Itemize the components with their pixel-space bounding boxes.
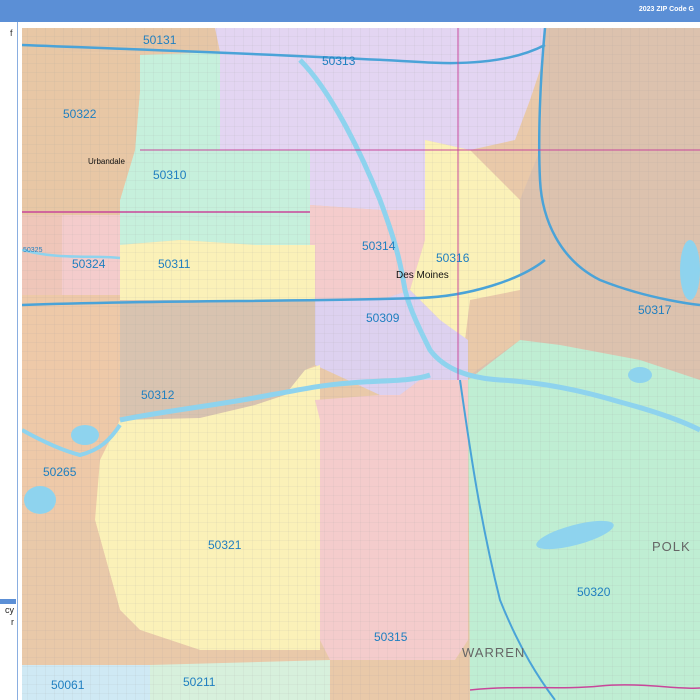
zip-label-50312: 50312 [141,388,175,402]
zip-label-50316: 50316 [436,251,470,265]
zip-label-50315: 50315 [374,630,408,644]
zip-label-50131: 50131 [143,33,177,47]
sidebar-panel: f cy r [0,22,18,700]
zip-label-50321: 50321 [208,538,242,552]
lake-west [24,486,56,514]
map-title: 2023 ZIP Code G [638,6,694,13]
zip-label-50324: 50324 [72,257,106,271]
zip-label-50309: 50309 [366,311,400,325]
street-grid [22,28,700,700]
city-label-des-moines: Des Moines [396,270,449,281]
zip-label-50325: 50325 [23,247,43,254]
map-canvas[interactable]: 50131 50313 50322 50310 50314 50316 5031… [22,28,700,700]
legend-text-line-2: r [11,617,14,627]
city-label-urbandale: Urbandale [88,157,125,166]
zip-label-50322: 50322 [63,107,97,121]
pond-west [71,425,99,445]
county-label-polk: POLK [652,539,691,554]
zip-label-50313: 50313 [322,54,356,68]
sidebar-text-fragment: f [10,28,13,38]
zip-label-50317: 50317 [638,303,672,317]
zip-label-50265: 50265 [43,465,77,479]
legend-text-line-1: cy [5,605,14,615]
zip-code-map[interactable]: 50131 50313 50322 50310 50314 50316 5031… [22,28,700,700]
zip-label-50320: 50320 [577,585,611,599]
zip-label-50310: 50310 [153,168,187,182]
zip-label-50061: 50061 [51,678,85,692]
zip-label-50211: 50211 [183,675,216,689]
legend-box: cy r [0,599,16,664]
pond-east [628,367,652,383]
zip-label-50314: 50314 [362,239,396,253]
pond-far-east [680,240,700,300]
county-label-warren: WARREN [462,645,525,660]
title-bar: 2023 ZIP Code G [0,0,700,22]
zip-label-50311: 50311 [158,257,191,271]
